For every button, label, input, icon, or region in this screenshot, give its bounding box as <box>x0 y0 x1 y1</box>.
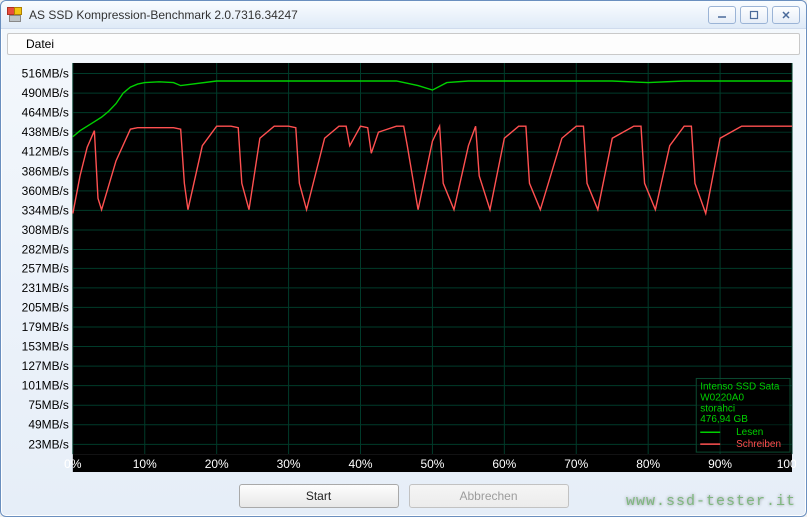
cancel-button[interactable]: Abbrechen <box>409 484 569 508</box>
menu-file[interactable]: Datei <box>18 35 62 53</box>
svg-text:0%: 0% <box>64 457 82 471</box>
svg-text:179MB/s: 179MB/s <box>22 320 69 334</box>
maximize-button[interactable] <box>740 6 768 24</box>
start-button[interactable]: Start <box>239 484 399 508</box>
menubar: Datei <box>7 33 800 55</box>
svg-text:20%: 20% <box>205 457 229 471</box>
svg-text:490MB/s: 490MB/s <box>22 86 69 100</box>
svg-text:438MB/s: 438MB/s <box>22 125 69 139</box>
app-icon <box>7 7 23 23</box>
svg-text:334MB/s: 334MB/s <box>22 203 69 217</box>
svg-text:80%: 80% <box>636 457 660 471</box>
svg-text:476,94 GB: 476,94 GB <box>700 414 748 425</box>
svg-text:90%: 90% <box>708 457 732 471</box>
svg-text:308MB/s: 308MB/s <box>22 223 69 237</box>
svg-text:231MB/s: 231MB/s <box>22 281 69 295</box>
chart: 23MB/s 49MB/s 75MB/s 101MB/s 127MB/s 153MB/s 1… <box>11 61 796 474</box>
svg-text:50%: 50% <box>420 457 444 471</box>
svg-text:49MB/s: 49MB/s <box>28 418 69 432</box>
titlebar[interactable]: AS SSD Kompression-Benchmark 2.0.7316.34… <box>1 1 806 29</box>
svg-text:W0220A0: W0220A0 <box>700 392 744 403</box>
svg-text:40%: 40% <box>349 457 373 471</box>
svg-text:516MB/s: 516MB/s <box>22 67 69 81</box>
svg-text:257MB/s: 257MB/s <box>22 261 69 275</box>
svg-text:75MB/s: 75MB/s <box>28 398 69 412</box>
svg-text:101MB/s: 101MB/s <box>22 379 69 393</box>
svg-text:70%: 70% <box>564 457 588 471</box>
svg-text:412MB/s: 412MB/s <box>22 145 69 159</box>
svg-text:60%: 60% <box>492 457 516 471</box>
close-button[interactable] <box>772 6 800 24</box>
svg-text:Intenso SSD Sata: Intenso SSD Sata <box>700 381 780 392</box>
svg-text:Schreiben: Schreiben <box>736 439 781 450</box>
svg-text:386MB/s: 386MB/s <box>22 164 69 178</box>
window-title: AS SSD Kompression-Benchmark 2.0.7316.34… <box>29 8 708 22</box>
svg-text:100%: 100% <box>777 457 796 471</box>
svg-text:205MB/s: 205MB/s <box>22 300 69 314</box>
svg-text:282MB/s: 282MB/s <box>22 243 69 257</box>
svg-text:10%: 10% <box>133 457 157 471</box>
svg-text:153MB/s: 153MB/s <box>22 340 69 354</box>
svg-text:storahci: storahci <box>700 403 735 414</box>
minimize-button[interactable] <box>708 6 736 24</box>
svg-text:464MB/s: 464MB/s <box>22 106 69 120</box>
svg-text:30%: 30% <box>277 457 301 471</box>
watermark: www.ssd-tester.it <box>626 493 796 510</box>
svg-text:Lesen: Lesen <box>736 427 763 438</box>
svg-text:360MB/s: 360MB/s <box>22 184 69 198</box>
svg-text:127MB/s: 127MB/s <box>22 359 69 373</box>
svg-text:23MB/s: 23MB/s <box>28 437 69 451</box>
app-window: AS SSD Kompression-Benchmark 2.0.7316.34… <box>0 0 807 517</box>
